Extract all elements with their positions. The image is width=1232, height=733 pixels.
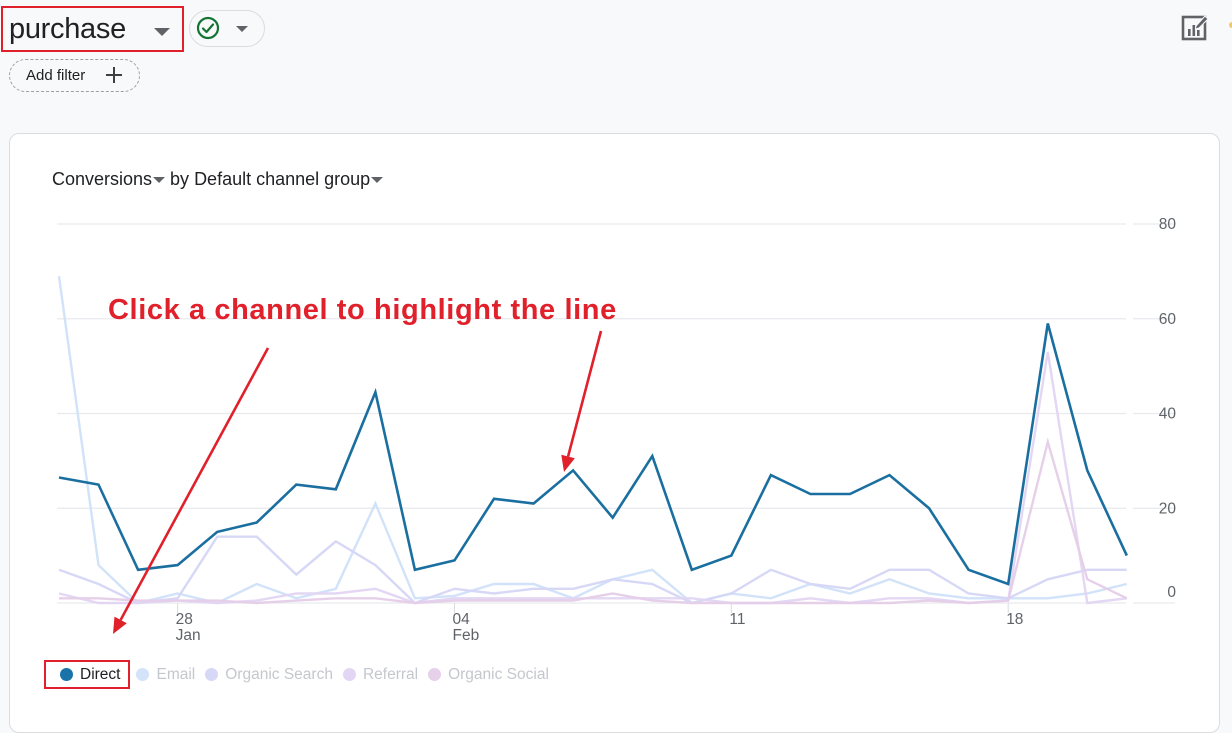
x-tick-sublabel: Jan: [176, 627, 201, 644]
legend-item-referral[interactable]: Referral: [342, 665, 419, 684]
annotation-arrow-line: [561, 330, 603, 472]
legend-dot-icon: [60, 668, 73, 681]
legend-label: Organic Search: [225, 665, 333, 683]
x-tick-label: 28: [176, 611, 193, 628]
legend-item-organic-search[interactable]: Organic Search: [205, 666, 333, 684]
annotation-text: Click a channel to highlight the line: [108, 294, 617, 326]
legend-label: Email: [156, 665, 196, 683]
x-tick-label: 18: [1006, 611, 1023, 628]
legend-dot-icon: [342, 668, 356, 681]
y-tick-label: 60: [1159, 311, 1177, 328]
y-tick-label: 40: [1159, 406, 1177, 423]
y-tick-label: 20: [1159, 500, 1177, 517]
legend-item-organic-social[interactable]: Organic Social: [428, 666, 549, 684]
legend-item-direct[interactable]: Direct: [44, 660, 131, 689]
legend-dot-icon: [428, 668, 442, 681]
line-chart: 0 20 40 60 80 28Jan 04Feb 11 18: [57, 216, 1177, 644]
legend-label: Direct: [80, 665, 121, 683]
legend-label: Organic Social: [448, 665, 549, 683]
legend-label: Referral: [362, 665, 419, 683]
legend-dot-icon: [205, 668, 219, 681]
series-line-organic-social[interactable]: [59, 437, 1128, 605]
x-tick-sublabel: Feb: [453, 627, 480, 644]
y-tick-label: 0: [1167, 584, 1176, 601]
legend-item-email[interactable]: Email: [136, 666, 195, 684]
x-tick-label: 11: [729, 611, 745, 628]
chart-legend: Direct Email Organic Search Referral Organic…: [44, 660, 559, 689]
series-line-organic-search[interactable]: [58, 535, 1127, 605]
y-tick-label: 80: [1159, 216, 1177, 233]
legend-dot-icon: [136, 668, 150, 681]
x-tick-label: 04: [453, 611, 471, 628]
